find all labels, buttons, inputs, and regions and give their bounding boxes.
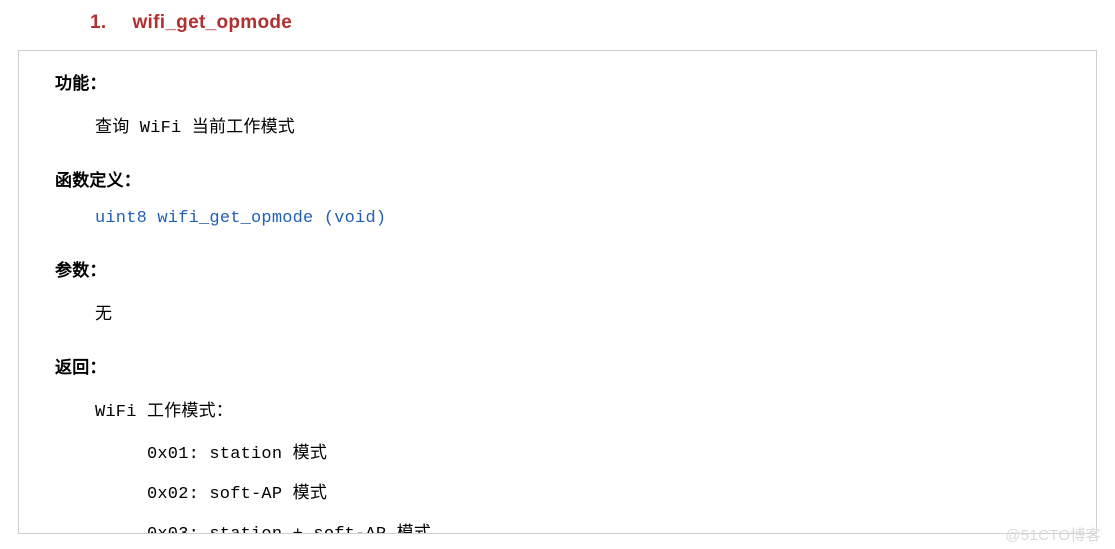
text-params-body: 无	[95, 299, 1074, 325]
label-return: 返回：	[55, 353, 1074, 378]
label-function: 功能：	[55, 69, 1074, 94]
text-definition-body: uint8 wifi_get_opmode (void)	[95, 209, 1074, 228]
text-function-body: 查询 WiFi 当前工作模式	[95, 112, 1074, 138]
watermark: @51CTO博客	[1005, 524, 1101, 545]
text-return-item: 0x02: soft-AP 模式	[147, 478, 1074, 504]
heading-title: wifi_get_opmode	[132, 12, 292, 33]
text-return-item: 0x03: station + soft-AP 模式	[147, 518, 1074, 534]
section-heading: 1. wifi_get_opmode	[0, 0, 1115, 34]
heading-number: 1.	[90, 12, 106, 34]
label-definition: 函数定义：	[55, 166, 1074, 191]
text-return-intro: WiFi 工作模式：	[95, 396, 1074, 422]
text-return-item: 0x01: station 模式	[147, 438, 1074, 464]
label-params: 参数：	[55, 256, 1074, 281]
content-box: 功能： 查询 WiFi 当前工作模式 函数定义： uint8 wifi_get_…	[18, 50, 1097, 534]
